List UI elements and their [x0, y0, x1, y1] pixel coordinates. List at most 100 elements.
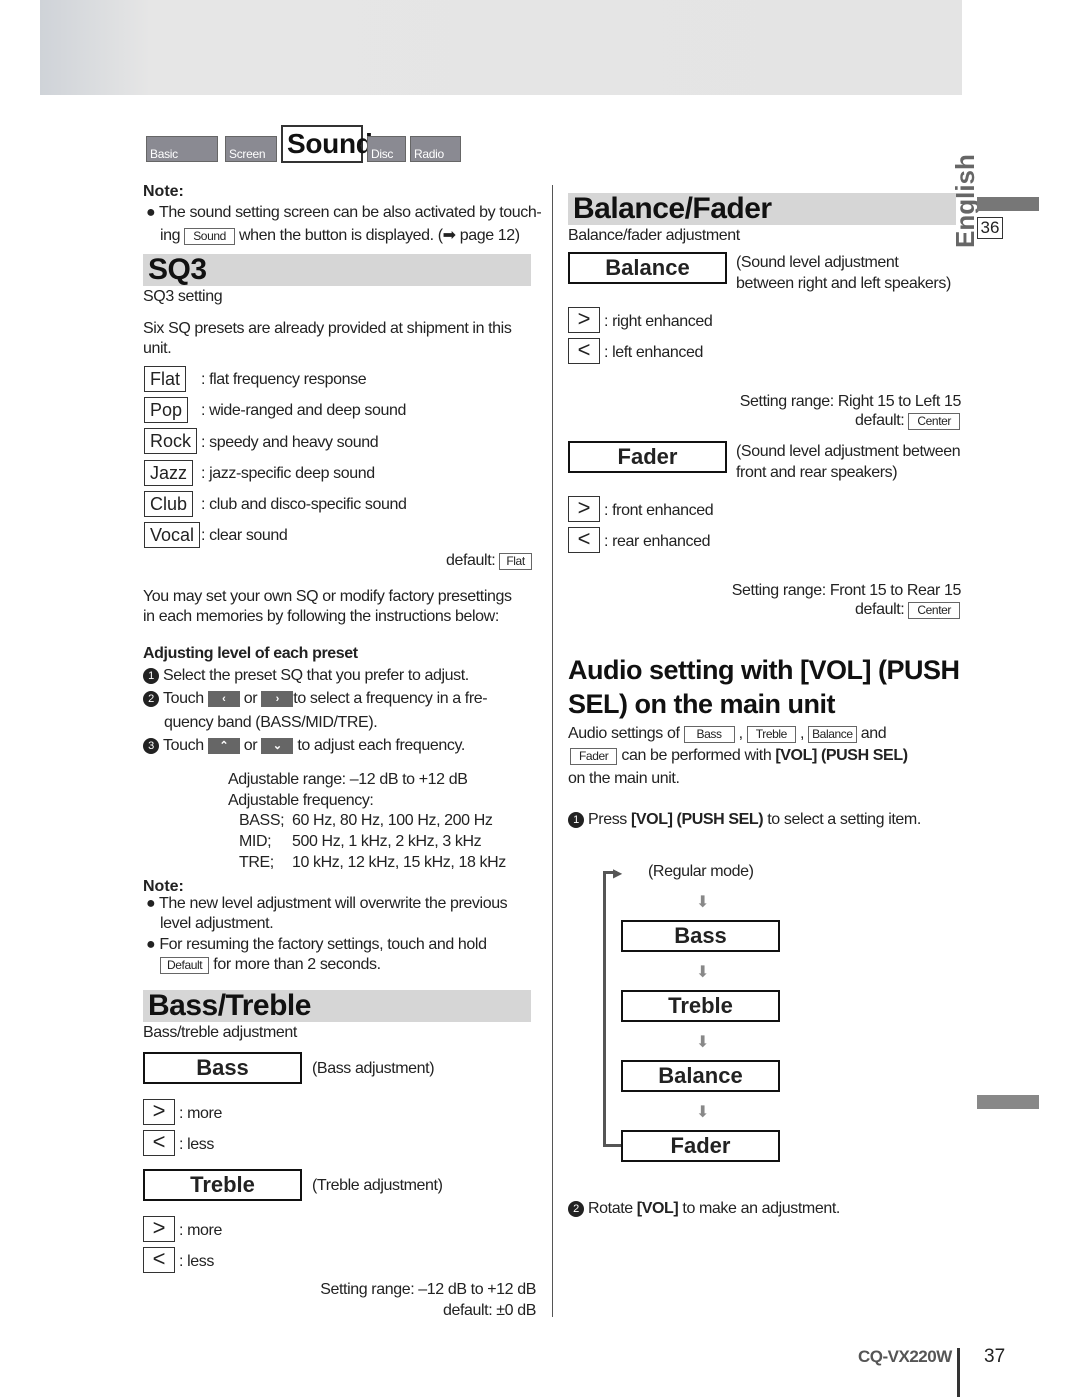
band: BASS;	[239, 812, 285, 829]
greater-than-icon: >	[143, 1216, 175, 1242]
arrow-down-icon: ⬇	[696, 1104, 710, 1121]
desc: (Sound level adjustment between	[736, 443, 961, 460]
text: You may set your own SQ or modify factor…	[143, 588, 512, 605]
section-title-vol: SEL) on the main unit	[568, 689, 836, 719]
desc: : more	[179, 1222, 222, 1239]
balance-label: Balance	[568, 252, 727, 284]
range: Setting range: Right 15 to Left 15	[739, 393, 962, 410]
note-text: Default for more than 2 seconds.	[160, 956, 381, 974]
desc: : rear enhanced	[604, 533, 711, 550]
right-arrow-icon: ›	[261, 690, 294, 707]
range: Adjustable range: –12 dB to +12 dB	[228, 771, 468, 788]
up-arrow-icon: ⌃	[207, 737, 240, 754]
step-1: 1 Select the preset SQ that you prefer to…	[143, 667, 469, 685]
preset-desc: : flat frequency response	[201, 371, 367, 388]
preset-desc: : speedy and heavy sound	[201, 434, 379, 451]
note-title: Note:	[143, 183, 184, 200]
note-title: Note:	[143, 878, 184, 895]
desc: : right enhanced	[604, 313, 713, 330]
tab-basic-setting: Basic Setting	[146, 136, 218, 175]
band: TRE;	[239, 854, 274, 871]
arrow-down-icon: ⬇	[696, 894, 710, 911]
footer-divider	[957, 1348, 960, 1397]
arrow-down-icon: ⬇	[696, 1034, 710, 1051]
range: Setting range: Front 15 to Rear 15	[731, 582, 962, 599]
default: default: ±0 dB	[442, 1302, 536, 1319]
flow-fader: Fader	[621, 1130, 780, 1162]
desc: between right and left speakers)	[736, 275, 951, 292]
flow-balance: Balance	[621, 1060, 780, 1092]
preset-desc: : wide-ranged and deep sound	[201, 402, 406, 419]
step-2-cont: quency band (BASS/MID/TRE).	[164, 714, 378, 731]
band: MID;	[239, 833, 272, 850]
less-than-icon: <	[568, 338, 600, 364]
language-marker	[977, 197, 1039, 211]
flow-bass: Bass	[621, 920, 780, 952]
tab-disc: Disc	[367, 136, 406, 162]
desc: (Sound level adjustment	[736, 254, 899, 271]
page-box: 36	[977, 217, 1003, 239]
header-banner	[40, 0, 962, 95]
less-than-icon: <	[143, 1247, 175, 1273]
desc: : left enhanced	[604, 344, 703, 361]
greater-than-icon: >	[568, 496, 600, 522]
arrow-right-icon: ▶	[613, 866, 623, 880]
band-values: 10 kHz, 12 kHz, 15 kHz, 18 kHz	[292, 854, 506, 871]
subheading: Adjusting level of each preset	[143, 645, 358, 662]
section-title-balance-fader: Balance/Fader	[568, 193, 956, 225]
note-text: ing Sound when the button is displayed. …	[160, 227, 520, 245]
preset-desc: : jazz-specific deep sound	[201, 465, 375, 482]
step-3: 3 Touch ⌃ or ⌄ to adjust each frequency.	[143, 737, 465, 755]
flow-treble: Treble	[621, 990, 780, 1022]
subtitle: Bass/treble adjustment	[143, 1024, 297, 1041]
tab-screen: Screen	[225, 136, 277, 162]
note-text: ● The new level adjustment will overwrit…	[146, 895, 508, 912]
intro-text: unit.	[143, 340, 172, 357]
tab-sound: Sound	[281, 125, 373, 163]
preset-vocal: Vocal	[144, 522, 201, 548]
freq-title: Adjustable frequency:	[228, 792, 374, 809]
vol-text: Audio settings of Bass , Treble , Balanc…	[568, 725, 887, 743]
treble-label: Treble	[143, 1169, 302, 1201]
preset-flat: Flat	[144, 366, 187, 392]
preset-rock: Rock	[144, 428, 198, 454]
mode-label: (Regular mode)	[648, 863, 754, 880]
preset-desc: : club and disco-specific sound	[201, 496, 407, 513]
section-title-sq3: SQ3	[143, 254, 531, 286]
default-line: default: Center	[855, 601, 960, 619]
vol-text: Fader can be performed with [VOL] (PUSH …	[570, 747, 908, 765]
preset-jazz: Jazz	[144, 460, 194, 486]
preset-club: Club	[144, 491, 194, 517]
desc: front and rear speakers)	[736, 464, 898, 481]
model-name: CQ-VX220W	[858, 1347, 952, 1366]
greater-than-icon: >	[143, 1099, 175, 1125]
flow-loop-line	[603, 871, 606, 1147]
vol-step-2: 2 Rotate [VOL] to make an adjustment.	[568, 1200, 840, 1218]
default-line: default: Center	[855, 412, 960, 430]
side-marker	[977, 1095, 1039, 1109]
section-title-bass-treble: Bass/Treble	[143, 990, 531, 1022]
note-text: ● The sound setting screen can be also a…	[146, 204, 542, 221]
note-text: level adjustment.	[160, 915, 274, 932]
bass-label: Bass	[143, 1052, 302, 1084]
greater-than-icon: >	[568, 307, 600, 333]
band-values: 60 Hz, 80 Hz, 100 Hz, 200 Hz	[292, 812, 493, 829]
page-number: 37	[984, 1346, 1006, 1367]
band-values: 500 Hz, 1 kHz, 2 kHz, 3 kHz	[292, 833, 482, 850]
subtitle: SQ3 setting	[143, 288, 223, 305]
default-line: default: Flat	[446, 552, 532, 570]
desc: : less	[179, 1253, 214, 1270]
flow-loop-line	[603, 1144, 623, 1147]
less-than-icon: <	[568, 527, 600, 553]
desc: (Bass adjustment)	[312, 1060, 435, 1077]
less-than-icon: <	[143, 1130, 175, 1156]
text: in each memories by following the instru…	[143, 608, 499, 625]
arrow-down-icon: ⬇	[696, 964, 710, 981]
subtitle: Balance/fader adjustment	[568, 227, 740, 244]
desc: : front enhanced	[604, 502, 714, 519]
tab-radio: Radio	[410, 136, 461, 162]
desc: (Treble adjustment)	[312, 1177, 443, 1194]
preset-desc: : clear sound	[201, 527, 288, 544]
range: Setting range: –12 dB to +12 dB	[320, 1281, 536, 1298]
preset-pop: Pop	[144, 397, 189, 423]
